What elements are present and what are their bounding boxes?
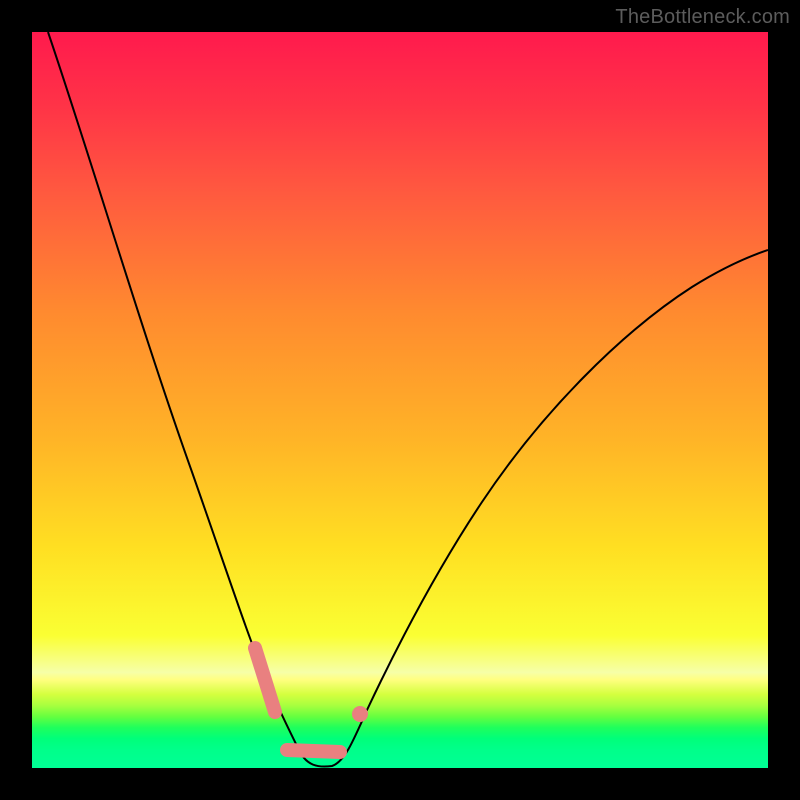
plot-area: [32, 32, 768, 768]
bottleneck-curve: [48, 32, 768, 767]
curve-layer: [32, 32, 768, 768]
marker-right-dot: [352, 706, 368, 722]
watermark-text: TheBottleneck.com: [615, 6, 790, 29]
marker-left-segment: [255, 648, 275, 712]
chart-frame: TheBottleneck.com: [0, 0, 800, 800]
marker-valley-segment: [287, 750, 340, 752]
